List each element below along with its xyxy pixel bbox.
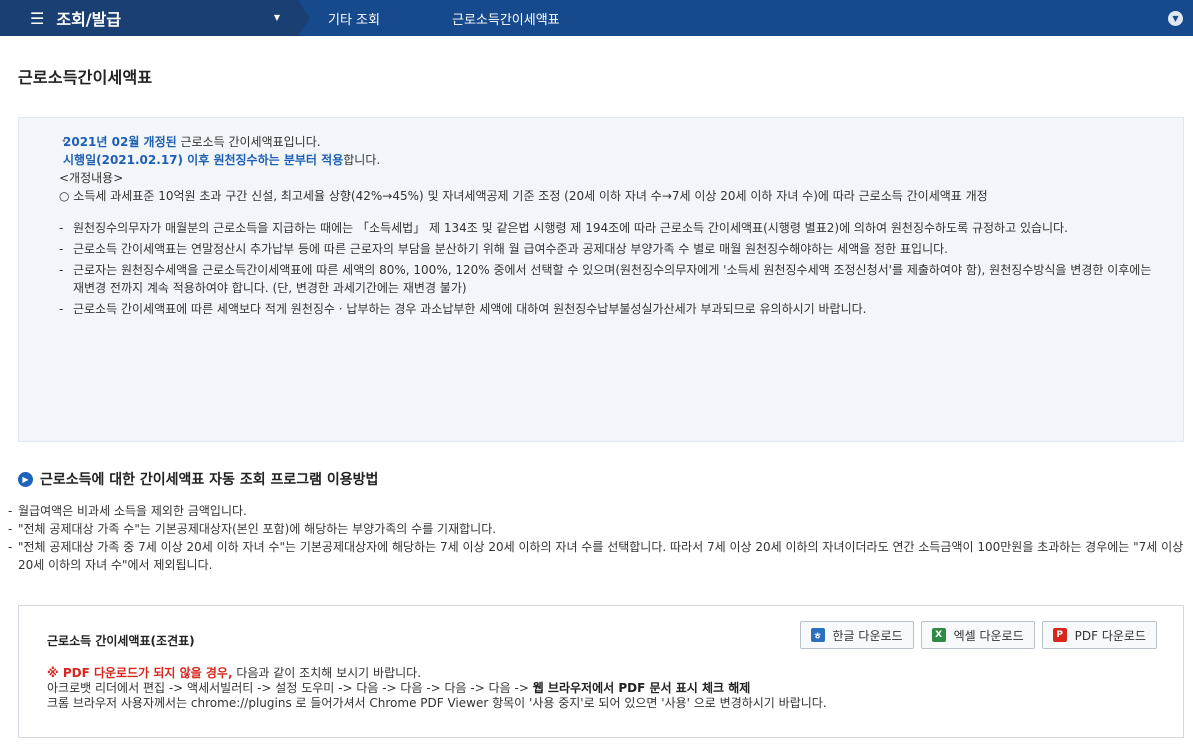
bullet-icon: • <box>61 136 67 147</box>
list-item-text: "전체 공제대상 가족 수"는 기본공제대상자(본인 포함)에 해당하는 부양가… <box>18 522 497 536</box>
list-item: - "전체 공제대상 가족 중 7세 이상 20세 이하 자녀 수"는 기본공제대… <box>8 538 1188 574</box>
dash: - <box>8 522 13 536</box>
dash: - <box>59 263 64 277</box>
menu-dropdown[interactable]: ☰ 조회/발급 ▼ <box>0 0 298 36</box>
dash: - <box>59 302 64 316</box>
button-label: 한글 다운로드 <box>832 628 903 643</box>
tip-bold-text: 웹 브라우저에서 PDF 문서 표시 체크 해제 <box>532 681 751 695</box>
section-heading-text: 근로소득에 대한 간이세액표 자동 조회 프로그램 이용방법 <box>40 472 379 488</box>
notice-item: - 근로자는 원천징수세액을 근로소득간이세액표에 따른 세액의 80%, 100… <box>59 261 1163 297</box>
notice-item-text: 근로소득 간이세액표는 연말정산시 추가납부 등에 따른 근로자의 부담을 분산… <box>73 242 948 256</box>
menu-label: 조회/발급 <box>56 10 122 29</box>
breadcrumb-other-lookup[interactable]: 기타 조회 <box>298 0 428 36</box>
hamburger-icon: ☰ <box>30 8 45 28</box>
notice-text: 근로소득 간이세액표입니다. <box>176 135 321 149</box>
list-item-text: "전체 공제대상 가족 중 7세 이상 20세 이하 자녀 수"는 기본공제대상… <box>18 540 1184 572</box>
notice-item: - 근로소득 간이세액표에 따른 세액보다 적게 원천징수 · 납부하는 경우 과… <box>59 300 1163 318</box>
pdf-troubleshoot-tip: ※ PDF 다운로드가 되지 않을 경우, 다음과 같이 조치해 보시기 바랍니… <box>47 666 827 711</box>
notice-line-2: 시행일(2021.02.17) 이후 원천징수하는 분부터 적용합니다. <box>63 151 1163 169</box>
page-title: 근로소득간이세액표 <box>18 68 153 87</box>
breadcrumb-separator <box>426 0 427 36</box>
breadcrumb-label: 기타 조회 <box>328 12 380 28</box>
breadcrumb-current-page[interactable]: 근로소득간이세액표 <box>428 0 638 36</box>
revision-notice-box: • 2021년 02월 개정된 근로소득 간이세액표입니다. 시행일(2021.… <box>18 117 1184 442</box>
tip-warning: ※ PDF 다운로드가 되지 않을 경우, <box>47 666 233 680</box>
top-navigation-bar: ☰ 조회/발급 ▼ 기타 조회 근로소득간이세액표 ▼ <box>0 0 1193 36</box>
notice-text: 합니다. <box>343 153 381 167</box>
dash: - <box>8 540 13 554</box>
chevron-glyph: ▼ <box>1172 14 1179 23</box>
tip-text: 다음과 같이 조치해 보시기 바랍니다. <box>232 666 422 680</box>
button-label: 엑셀 다운로드 <box>953 628 1024 643</box>
download-box: 근로소득 간이세액표(조견표) ㅎ 한글 다운로드 X 엑셀 다운로드 P PD… <box>18 605 1184 738</box>
chevron-down-icon[interactable]: ▼ <box>1168 11 1183 26</box>
section-heading: ▶ 근로소득에 대한 간이세액표 자동 조회 프로그램 이용방법 <box>18 469 378 489</box>
notice-item: - 근로소득 간이세액표는 연말정산시 추가납부 등에 따른 근로자의 부담을 분… <box>59 240 1163 258</box>
excel-download-button[interactable]: X 엑셀 다운로드 <box>920 621 1035 649</box>
arrow-circle-icon: ▶ <box>18 471 33 487</box>
revision-summary: ○ 소득세 과세표준 10억원 초과 구간 신설, 최고세율 상향(42%→45… <box>59 189 988 203</box>
dash: - <box>59 221 64 235</box>
list-item: - 월급여액은 비과세 소득을 제외한 금액입니다. <box>8 502 1188 520</box>
revision-heading: <개정내용> <box>59 171 124 185</box>
caret-down-icon: ▼ <box>273 13 280 22</box>
hwp-file-icon: ㅎ <box>810 628 825 642</box>
list-item: - "전체 공제대상 가족 수"는 기본공제대상자(본인 포함)에 해당하는 부양… <box>8 520 1188 538</box>
usage-guide-list: - 월급여액은 비과세 소득을 제외한 금액입니다. - "전체 공제대상 가족 수… <box>8 502 1188 574</box>
notice-item-text: 근로자는 원천징수세액을 근로소득간이세액표에 따른 세액의 80%, 100%… <box>73 263 1152 295</box>
list-item-text: 월급여액은 비과세 소득을 제외한 금액입니다. <box>18 504 247 518</box>
notice-line-1: 2021년 02월 개정된 근로소득 간이세액표입니다. <box>63 133 1163 151</box>
notice-item: - 원천징수의무자가 매월분의 근로소득을 지급하는 때에는 「소득세법」 제 1… <box>59 219 1163 237</box>
tip-text: 아크로뱃 리더에서 편집 -> 액세서빌러티 -> 설정 도우미 -> 다음 -… <box>47 681 533 695</box>
pdf-download-button[interactable]: P PDF 다운로드 <box>1041 621 1157 649</box>
notice-highlight: 시행일(2021.02.17) 이후 원천징수하는 분부터 적용 <box>63 153 344 167</box>
dash: - <box>59 242 64 256</box>
notice-highlight: 2021년 02월 개정된 <box>63 135 177 149</box>
download-title: 근로소득 간이세액표(조견표) <box>47 634 195 648</box>
button-label: PDF 다운로드 <box>1074 628 1146 643</box>
tip-line-1: ※ PDF 다운로드가 되지 않을 경우, 다음과 같이 조치해 보시기 바랍니… <box>47 666 827 681</box>
pdf-file-icon: P <box>1052 628 1067 642</box>
tip-line-3: 크롬 브라우저 사용자께서는 chrome://plugins 로 들어가셔서 … <box>47 696 827 710</box>
download-buttons: ㅎ 한글 다운로드 X 엑셀 다운로드 P PDF 다운로드 <box>799 621 1157 649</box>
excel-file-icon: X <box>931 628 946 642</box>
notice-item-text: 원천징수의무자가 매월분의 근로소득을 지급하는 때에는 「소득세법」 제 13… <box>73 221 1068 235</box>
hwp-download-button[interactable]: ㅎ 한글 다운로드 <box>799 621 914 649</box>
dash: - <box>8 504 13 518</box>
notice-item-text: 근로소득 간이세액표에 따른 세액보다 적게 원천징수 · 납부하는 경우 과소… <box>73 302 867 316</box>
breadcrumb-label: 근로소득간이세액표 <box>452 12 560 28</box>
tip-line-2: 아크로뱃 리더에서 편집 -> 액세서빌러티 -> 설정 도우미 -> 다음 -… <box>47 681 827 696</box>
